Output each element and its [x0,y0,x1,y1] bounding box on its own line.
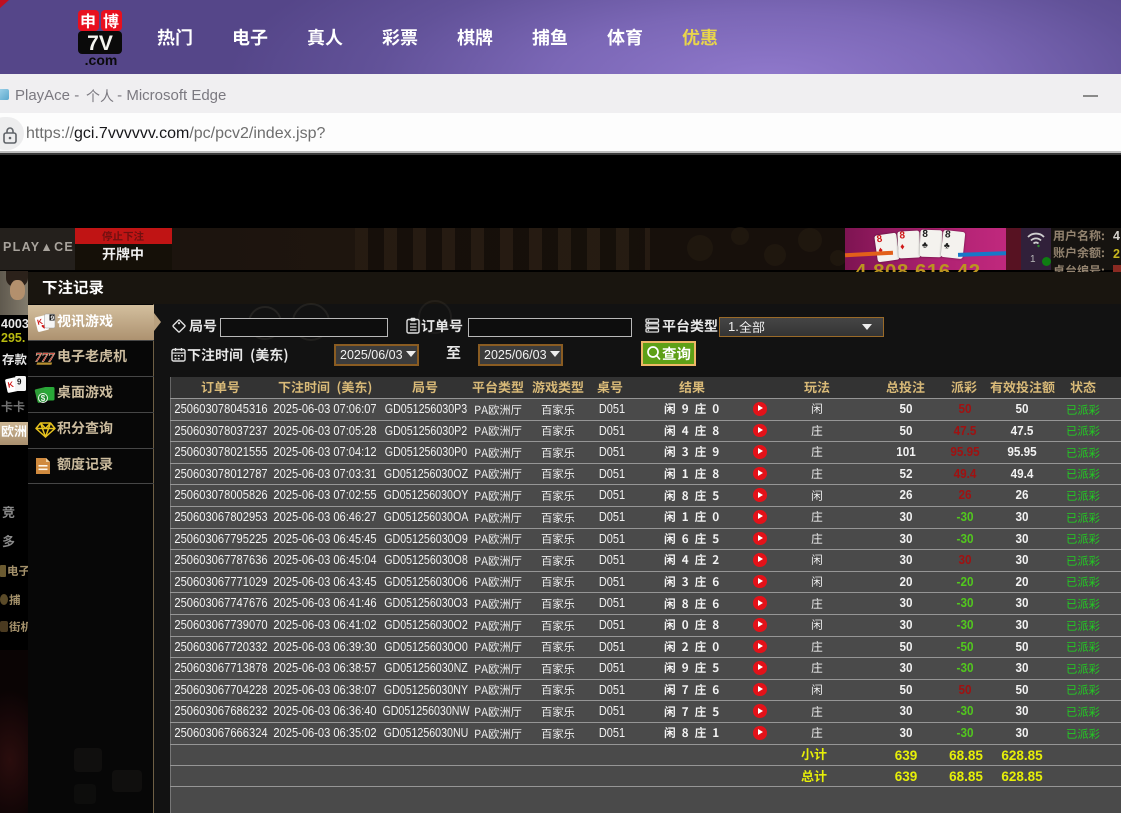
svg-text:9: 9 [17,378,22,387]
svg-text:777: 777 [35,350,55,365]
svg-text:$: $ [41,394,46,403]
svg-text:9: 9 [51,315,55,322]
